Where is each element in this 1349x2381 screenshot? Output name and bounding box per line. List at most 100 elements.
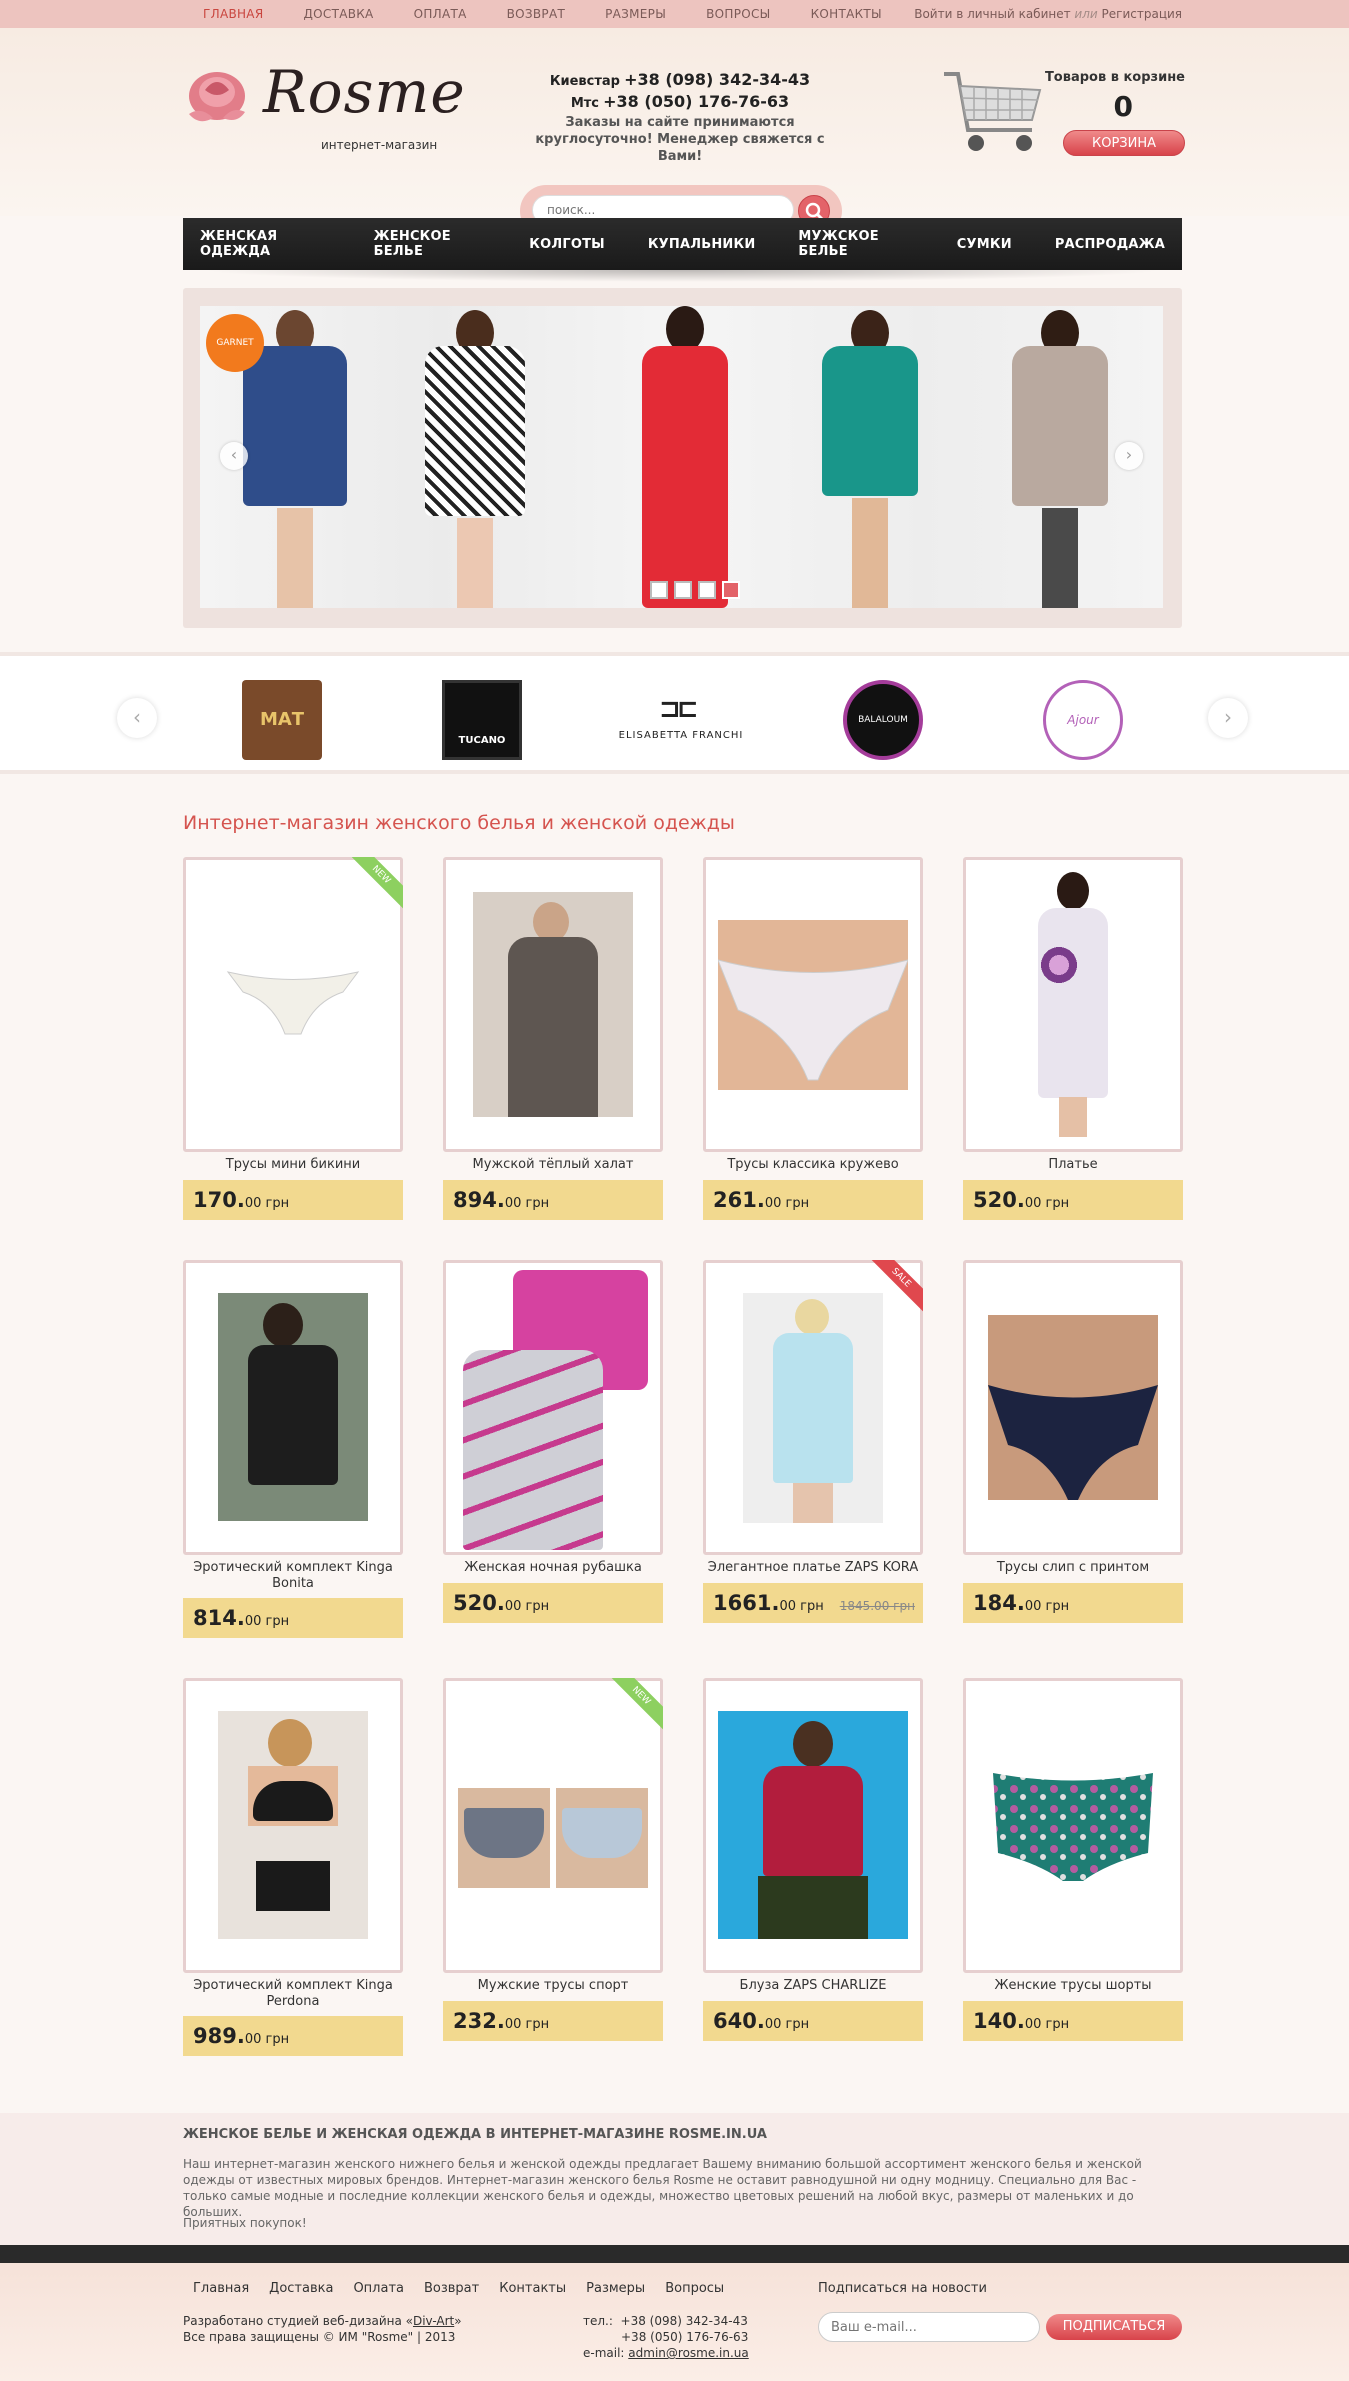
product-title[interactable]: Эротический комплект Kinga Perdona xyxy=(183,1978,403,2010)
model-dress xyxy=(243,346,347,506)
slide-model-pattern-dress xyxy=(410,306,540,608)
nav-swimwear[interactable]: КУПАЛЬНИКИ xyxy=(622,237,773,252)
product-ribbon-sale: SALE xyxy=(871,1260,923,1312)
brand-logo-tucano[interactable]: TUCANO xyxy=(442,680,522,760)
dev-prefix: Разработано студией веб-дизайна « xyxy=(183,2314,413,2328)
brands-carousel: ‹ МАТ TUCANO ⊐⊏ ELISABETTA FRANCHI BALAL… xyxy=(0,652,1349,774)
slider-prev-button[interactable]: ‹ xyxy=(220,442,248,470)
model-dress xyxy=(1012,346,1108,506)
rose-logo-icon xyxy=(189,72,245,122)
brands-next-button[interactable]: › xyxy=(1208,698,1248,738)
top-menu-home[interactable]: ГЛАВНАЯ xyxy=(203,7,263,21)
product-title[interactable]: Мужские трусы спорт xyxy=(443,1978,663,1994)
shopping-cart-icon[interactable] xyxy=(940,68,1050,163)
product-photo-floral-dress xyxy=(983,872,1163,1137)
or-text: или xyxy=(1074,7,1098,21)
model-legs xyxy=(852,498,888,608)
cart-count: 0 xyxy=(1113,90,1133,123)
product-title[interactable]: Женские трусы шорты xyxy=(963,1978,1183,1994)
subscribe-button[interactable]: ПОДПИСАТЬСЯ xyxy=(1046,2314,1182,2340)
email-label: e-mail: xyxy=(583,2346,625,2360)
dev-studio-link[interactable]: Div-Art xyxy=(413,2314,454,2328)
slider-dot-3[interactable] xyxy=(698,581,716,599)
subscribe-email-input[interactable] xyxy=(818,2312,1040,2342)
product-title[interactable]: Платье xyxy=(963,1157,1183,1173)
product-price: 261.00 грн xyxy=(703,1180,923,1220)
main-nav: ЖЕНСКАЯ ОДЕЖДА ЖЕНСКОЕ БЕЛЬЕ КОЛГОТЫ КУП… xyxy=(183,218,1182,270)
nav-womens-clothing[interactable]: ЖЕНСКАЯ ОДЕЖДА xyxy=(183,229,348,259)
product-title[interactable]: Блуза ZAPS CHARLIZE xyxy=(703,1978,923,1994)
slider-dot-2[interactable] xyxy=(674,581,692,599)
footer-link-return[interactable]: Возврат xyxy=(424,2281,479,2296)
footer-link-delivery[interactable]: Доставка xyxy=(269,2281,333,2296)
product-price: 170.00 грн xyxy=(183,1180,403,1220)
brand-logo-balaloum[interactable]: BALALOUM xyxy=(843,680,923,760)
product-photo-shorts-panties xyxy=(988,1763,1158,1883)
footer-link-contacts[interactable]: Контакты xyxy=(499,2281,566,2296)
register-link[interactable]: Регистрация xyxy=(1102,7,1182,21)
section-title: Интернет-магазин женского белья и женско… xyxy=(183,812,735,834)
footer-link-home[interactable]: Главная xyxy=(193,2281,249,2296)
nav-mens-underwear[interactable]: МУЖСКОЕ БЕЛЬЕ xyxy=(772,229,930,259)
product-price: 814.00 грн xyxy=(183,1598,403,1638)
product-title[interactable]: Мужской тёплый халат xyxy=(443,1157,663,1173)
product-price: 989.00 грн xyxy=(183,2016,403,2056)
product-price: 1661.00 грн 1845.00 грн xyxy=(703,1583,923,1623)
brand-logo-elisabetta-franchi[interactable]: ⊐⊏ ELISABETTA FRANCHI xyxy=(606,680,756,760)
cart-button[interactable]: КОРЗИНА xyxy=(1063,130,1185,156)
top-menu-return[interactable]: ВОЗВРАТ xyxy=(507,7,565,21)
footer-email-link[interactable]: admin@rosme.in.ua xyxy=(628,2346,748,2360)
operator-mts: Мтс xyxy=(570,96,599,111)
product-title[interactable]: Трусы слип с принтом xyxy=(963,1560,1183,1576)
nav-sale[interactable]: РАСПРОДАЖА xyxy=(1029,237,1182,252)
slide-model-green-dress xyxy=(810,306,930,608)
account-links: Войти в личный кабинет или Регистрация xyxy=(914,7,1182,21)
brands-prev-button[interactable]: ‹ xyxy=(117,698,157,738)
top-menu-sizes[interactable]: РАЗМЕРЫ xyxy=(605,7,666,21)
nav-bags[interactable]: СУМКИ xyxy=(931,237,1029,252)
product-photo-kinga-bonita xyxy=(218,1293,368,1521)
slider-dot-1[interactable] xyxy=(650,581,668,599)
product-title[interactable]: Элегантное платье ZAPS KORA xyxy=(703,1560,923,1576)
top-menu-delivery[interactable]: ДОСТАВКА xyxy=(303,7,373,21)
nav-womens-lingerie[interactable]: ЖЕНСКОЕ БЕЛЬЕ xyxy=(348,229,504,259)
product-ribbon-new: NEW xyxy=(351,857,403,909)
seo-text: Наш интернет-магазин женского нижнего бе… xyxy=(183,2157,1142,2219)
product-photo-print-briefs xyxy=(988,1315,1158,1500)
order-note-2: круглосуточно! Менеджер свяжется с Вами! xyxy=(535,132,825,164)
product-title[interactable]: Эротический комплект Kinga Bonita xyxy=(183,1560,403,1592)
seo-closing: Приятных покупок! xyxy=(183,2216,307,2230)
login-link[interactable]: Войти в личный кабинет xyxy=(914,7,1070,21)
nav-tights[interactable]: КОЛГОТЫ xyxy=(503,237,622,252)
product-price: 184.00 грн xyxy=(963,1583,1183,1623)
product-photo-kinga-perdona xyxy=(218,1711,368,1939)
brand-logo-ajour[interactable]: Ajour xyxy=(1043,680,1123,760)
product-photo-lace-panties xyxy=(718,920,908,1090)
top-bar: ГЛАВНАЯ ДОСТАВКА ОПЛАТА ВОЗВРАТ РАЗМЕРЫ … xyxy=(0,0,1349,28)
top-menu-payment[interactable]: ОПЛАТА xyxy=(414,7,467,21)
top-menu-contacts[interactable]: КОНТАКТЫ xyxy=(811,7,882,21)
brand-logo-mat[interactable]: МАТ xyxy=(242,680,322,760)
product-ribbon-new: NEW xyxy=(611,1678,663,1730)
product-price: 520.00 грн xyxy=(443,1583,663,1623)
slider-next-button[interactable]: › xyxy=(1115,442,1143,470)
slider-viewport: GARNET ‹ › xyxy=(200,306,1163,608)
footer-contacts: тел.: +38 (098) 342-34-43 +38 (050) 176-… xyxy=(583,2313,749,2361)
slider-dot-4[interactable] xyxy=(722,581,740,599)
model-dress xyxy=(822,346,918,496)
phone-line-1: Киевстар +38 (098) 342-34-43 xyxy=(530,70,830,92)
footer-link-sizes[interactable]: Размеры xyxy=(586,2281,645,2296)
product-price: 232.00 грн xyxy=(443,2001,663,2041)
copyright: Все права защищены © ИМ "Rosme" | 2013 xyxy=(183,2330,456,2344)
product-title[interactable]: Трусы мини бикини xyxy=(183,1157,403,1173)
model-dress xyxy=(642,346,728,608)
logo[interactable]: Rosme интернет-магазин xyxy=(183,58,465,158)
model-legs xyxy=(277,508,313,608)
product-title[interactable]: Женская ночная рубашка xyxy=(443,1560,663,1576)
product-title[interactable]: Трусы классика кружево xyxy=(703,1157,923,1173)
slide-model-red-gown xyxy=(630,306,740,608)
cart-label: Товаров в корзине xyxy=(1044,70,1185,85)
top-menu-questions[interactable]: ВОПРОСЫ xyxy=(706,7,770,21)
footer-link-payment[interactable]: Оплата xyxy=(353,2281,404,2296)
footer-link-questions[interactable]: Вопросы xyxy=(665,2281,724,2296)
